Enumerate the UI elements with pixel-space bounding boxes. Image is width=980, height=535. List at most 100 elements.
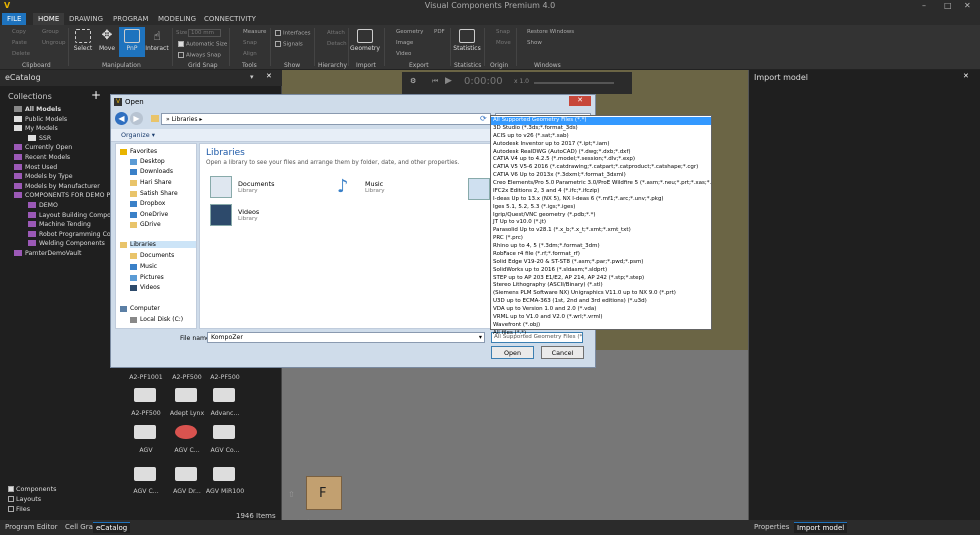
filetype-option[interactable]: STEP up to AP 203 E1/E2, AP 214, AP 242 … bbox=[491, 275, 711, 283]
filetype-option[interactable]: Iges 5.1, 5.2, 5.3 (*.igs;*.iges) bbox=[491, 204, 711, 212]
filetype-option[interactable]: CATIA V6 Up to 2013x (*.3dxml;*.format_3… bbox=[491, 172, 711, 180]
filetype-option[interactable]: Parasolid Up to v28.1 (*.x_b;*.x_t;*.xmt… bbox=[491, 227, 711, 235]
tree-item[interactable]: Most Used bbox=[14, 163, 57, 174]
minimize-icon[interactable]: – bbox=[922, 1, 926, 10]
nav-item[interactable]: Downloads bbox=[130, 168, 173, 175]
view-cube[interactable]: F bbox=[306, 476, 342, 510]
detach-button[interactable]: Detach bbox=[327, 41, 347, 47]
tab-ecatalog[interactable]: eCatalog bbox=[93, 522, 131, 533]
tab-program-editor[interactable]: Program Editor bbox=[2, 522, 60, 532]
filetype-option[interactable]: PRC (*.prc) bbox=[491, 235, 711, 243]
filetype-option[interactable]: SolidWorks up to 2016 (*.sldasm;*.sldprt… bbox=[491, 267, 711, 275]
close-window-icon[interactable]: ✕ bbox=[964, 1, 971, 10]
dialog-close-button[interactable]: ✕ bbox=[569, 96, 591, 106]
tree-item[interactable]: Currently Open bbox=[14, 144, 72, 154]
filetype-option[interactable]: Stereo Lithography (ASCII/Binary) (*.stl… bbox=[491, 282, 711, 290]
filetype-option[interactable]: Solid Edge V19-20 & ST-ST8 (*.asm;*.par;… bbox=[491, 259, 711, 267]
nav-item[interactable]: Libraries bbox=[120, 241, 196, 248]
filetype-option[interactable]: (Siemens PLM Software NX) Unigraphics V1… bbox=[491, 290, 711, 298]
interfaces-checkbox[interactable]: Interfaces bbox=[275, 30, 311, 37]
close-panel-icon[interactable]: ✕ bbox=[963, 72, 969, 80]
group-button[interactable]: Group bbox=[42, 29, 59, 35]
tree-item[interactable]: Models by Manufacturer bbox=[14, 182, 100, 193]
import-geometry-button[interactable]: Geometry bbox=[350, 27, 380, 57]
filetype-option[interactable]: CATIA V5 V5-6 2016 (*.catdrawing;*.catpa… bbox=[491, 164, 711, 172]
tree-item[interactable]: COMPONENTS FOR DEMO P bbox=[14, 192, 110, 202]
delete-button[interactable]: Delete bbox=[12, 51, 30, 57]
origin-snap-button[interactable]: Snap bbox=[496, 29, 510, 35]
model-thumbnail-icon[interactable] bbox=[134, 388, 156, 402]
tab-program[interactable]: PROGRAM bbox=[108, 13, 153, 25]
tree-item[interactable]: Welding Components bbox=[28, 240, 105, 250]
filetype-option[interactable]: Wavefront (*.obj) bbox=[491, 322, 711, 330]
nav-item[interactable]: Dropbox bbox=[130, 200, 165, 207]
layouts-filter[interactable]: Layouts bbox=[8, 495, 41, 503]
settings-icon[interactable]: ⚙ bbox=[410, 77, 416, 85]
tree-item[interactable]: My Models bbox=[14, 125, 58, 135]
tree-item[interactable]: Robot Programming Com bbox=[28, 230, 117, 241]
attach-button[interactable]: Attach bbox=[327, 30, 345, 36]
export-geometry-button[interactable]: Geometry bbox=[396, 29, 423, 35]
back-icon[interactable]: ◀ bbox=[115, 112, 128, 125]
model-thumbnail-icon[interactable] bbox=[175, 467, 197, 481]
model-label[interactable]: Adept Lynx bbox=[167, 410, 207, 417]
model-label[interactable]: A2-PF500 bbox=[126, 410, 166, 417]
filetype-option[interactable]: CATIA V4 up to 4.2.5 (*.model;*.session;… bbox=[491, 156, 711, 164]
model-label[interactable]: AGV Dr... bbox=[167, 488, 207, 495]
tab-drawing[interactable]: DRAWING bbox=[64, 13, 108, 25]
export-video-button[interactable]: Video bbox=[396, 51, 411, 57]
tree-item[interactable]: Machine Tending bbox=[28, 221, 91, 231]
tab-import-model[interactable]: Import model bbox=[794, 522, 848, 533]
show-windows-button[interactable]: Show bbox=[527, 40, 542, 46]
tree-item[interactable]: SSR bbox=[28, 134, 51, 145]
model-thumbnail-icon[interactable] bbox=[175, 425, 197, 439]
refresh-icon[interactable]: ⟳ bbox=[480, 114, 487, 123]
always-snap-checkbox[interactable]: Always Snap bbox=[178, 52, 221, 59]
export-image-button[interactable]: Image bbox=[396, 40, 413, 46]
filetype-option[interactable]: All Supported Geometry Files (*.*) bbox=[491, 117, 711, 125]
model-thumbnail-icon[interactable] bbox=[213, 425, 235, 439]
nav-item[interactable]: Satish Share bbox=[130, 190, 178, 197]
nav-up-icon[interactable]: ⇧ bbox=[288, 490, 295, 499]
align-button[interactable]: Align bbox=[243, 51, 257, 57]
filetype-option[interactable]: All files (*.*) bbox=[491, 330, 711, 338]
tree-item[interactable]: Public Models bbox=[14, 115, 67, 126]
nav-item[interactable]: OneDrive bbox=[130, 211, 168, 218]
model-label[interactable]: Advanc... bbox=[205, 410, 245, 417]
model-label[interactable]: AGV bbox=[126, 447, 166, 454]
tab-modeling[interactable]: MODELING bbox=[153, 13, 201, 25]
automatic-size-checkbox[interactable]: Automatic Size bbox=[178, 41, 227, 48]
nav-item[interactable]: Documents bbox=[130, 252, 174, 259]
tree-item[interactable]: DEMO bbox=[28, 202, 58, 212]
filetype-option[interactable]: Autodesk RealDWG (AutoCAD) (*.dwg;*.dxb;… bbox=[491, 149, 711, 157]
nav-item[interactable]: Music bbox=[130, 263, 157, 270]
close-panel-icon[interactable]: ✕ bbox=[266, 72, 272, 80]
library-documents[interactable]: Documents Library bbox=[210, 176, 310, 202]
filetype-option[interactable]: Igrip/Quest/VNC geometry (*.pdb;*.*) bbox=[491, 212, 711, 220]
play-icon[interactable]: ▶ bbox=[445, 76, 452, 86]
select-button[interactable]: Select bbox=[70, 27, 96, 57]
tab-connectivity[interactable]: CONNECTIVITY bbox=[199, 13, 261, 25]
tree-item[interactable]: Layout Building Compone bbox=[28, 211, 119, 222]
tree-item[interactable]: Models by Type bbox=[14, 173, 73, 183]
components-filter[interactable]: Components bbox=[8, 485, 56, 493]
tab-home[interactable]: HOME bbox=[33, 13, 65, 25]
export-pdf-button[interactable]: PDF bbox=[434, 29, 445, 35]
model-label[interactable]: AGV Co... bbox=[205, 447, 245, 454]
model-label[interactable]: AGV C... bbox=[167, 447, 207, 454]
nav-item[interactable]: Pictures bbox=[130, 274, 164, 281]
model-label[interactable]: AGV MiR100 bbox=[205, 488, 245, 495]
statistics-button[interactable]: Statistics bbox=[452, 27, 482, 57]
filetype-option[interactable]: RobFace r4 file (*.rf;*.format_rf) bbox=[491, 251, 711, 259]
paste-button[interactable]: Paste bbox=[12, 40, 27, 46]
model-thumbnail-icon[interactable] bbox=[213, 467, 235, 481]
add-collection-icon[interactable]: + bbox=[91, 88, 101, 102]
nav-item[interactable]: Computer bbox=[120, 305, 160, 312]
reset-icon[interactable]: ⏮ bbox=[432, 77, 438, 86]
nav-item[interactable]: Hari Share bbox=[130, 179, 172, 186]
library-videos[interactable]: Videos Library bbox=[210, 204, 310, 230]
filetype-option[interactable]: VDA up to Version 1.0 and 2.0 (*.vda) bbox=[491, 306, 711, 314]
filetype-option[interactable]: 3D Studio (*.3ds;*.format_3ds) bbox=[491, 125, 711, 133]
copy-button[interactable]: Copy bbox=[12, 29, 26, 35]
address-bar[interactable]: » Libraries ▸ bbox=[161, 113, 491, 125]
